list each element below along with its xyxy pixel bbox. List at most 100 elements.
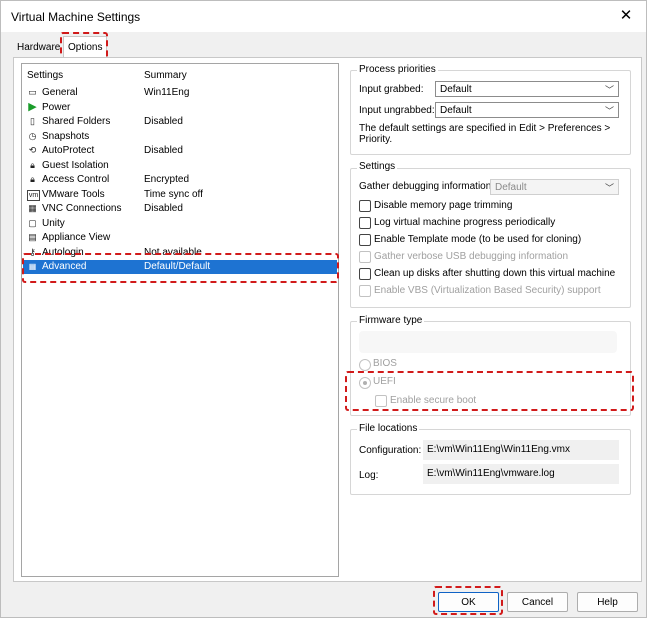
list-item-name: AutoProtect <box>42 145 95 156</box>
input-grabbed-label: Input grabbed: <box>359 84 424 95</box>
gather-debugging-select[interactable]: Default ﹀ <box>490 179 619 195</box>
priority-note: The default settings are specified in Ed… <box>359 123 611 145</box>
lock-icon: 🔒︎ <box>30 174 35 184</box>
advanced-icon: ▦ <box>28 262 37 271</box>
list-item-summary: Win11Eng <box>144 87 190 98</box>
configuration-path-field[interactable]: E:\vm\Win11Eng\Win11Eng.vmx <box>423 440 619 460</box>
checkbox-box <box>359 200 371 212</box>
autologin-icon: ⚷ <box>29 246 36 257</box>
help-button[interactable]: Help <box>577 592 638 612</box>
list-item-vnc-connections[interactable]: ▦ VNC Connections Disabled <box>23 202 337 216</box>
dialog-window: Virtual Machine Settings ✕ Hardware Opti… <box>0 0 647 618</box>
checkbox-label: Disable memory page trimming <box>374 200 513 211</box>
column-header-settings: Settings <box>27 70 64 81</box>
list-item-name: Appliance View <box>42 232 111 243</box>
input-ungrabbed-select[interactable]: Default ﹀ <box>435 102 619 118</box>
list-item-name: Autologin <box>42 246 84 258</box>
checkbox-box <box>359 234 371 246</box>
list-item-summary: Disabled <box>144 203 183 214</box>
configuration-label: Configuration: <box>359 445 422 456</box>
vnc-icon: ▦ <box>28 203 37 213</box>
checkbox-label: Enable VBS (Virtualization Based Securit… <box>374 285 601 296</box>
checkbox-box <box>359 251 371 263</box>
power-icon: ▶ <box>28 100 37 113</box>
gather-debugging-value: Default <box>495 182 527 193</box>
list-item-summary: Disabled <box>144 145 183 156</box>
list-item-snapshots[interactable]: ◷ Snapshots <box>23 130 337 144</box>
log-label: Log: <box>359 470 379 481</box>
checkbox-label: Enable secure boot <box>390 395 477 406</box>
list-item-summary: Time sync off <box>144 188 203 200</box>
list-item-unity[interactable]: ▢ Unity <box>23 217 337 231</box>
chevron-down-icon: ﹀ <box>604 85 614 95</box>
list-item-name: Power <box>42 101 71 113</box>
unity-icon: ▢ <box>28 217 37 228</box>
lock-icon: 🔒︎ <box>30 159 35 170</box>
list-item-autologin[interactable]: ⚷ Autologin Not available <box>23 246 337 260</box>
checkbox-label: Clean up disks after shutting down this … <box>374 268 616 279</box>
appliance-view-icon: ▤ <box>28 232 37 242</box>
blurred-region <box>359 331 617 353</box>
list-item-name: Advanced <box>42 261 87 272</box>
input-ungrabbed-value: Default <box>440 105 472 116</box>
file-locations-title: File locations <box>357 423 420 434</box>
list-item-general[interactable]: ▭ General Win11Eng <box>23 86 337 100</box>
list-item-name: Guest Isolation <box>42 159 109 171</box>
radio-dot <box>359 377 371 389</box>
checkbox-box <box>359 268 371 280</box>
close-icon[interactable]: ✕ <box>616 6 636 26</box>
log-path-field[interactable]: E:\vm\Win11Eng\vmware.log <box>423 464 619 484</box>
list-item-name: Access Control <box>42 174 110 185</box>
title-bar: Virtual Machine Settings ✕ <box>1 1 646 32</box>
list-item-summary: Disabled <box>144 116 183 127</box>
list-item-appliance-view[interactable]: ▤ Appliance View <box>23 231 337 245</box>
chevron-down-icon: ﹀ <box>604 183 614 193</box>
list-item-name: Unity <box>42 217 65 229</box>
list-item-autoprotect[interactable]: ⟲ AutoProtect Disabled <box>23 144 337 158</box>
list-item-name: Snapshots <box>42 130 90 142</box>
column-header-summary: Summary <box>144 70 187 81</box>
firmware-title: Firmware type <box>357 315 425 326</box>
checkbox-box <box>359 285 371 297</box>
input-grabbed-value: Default <box>440 84 472 95</box>
general-icon: ▭ <box>28 87 37 97</box>
list-item-summary: Default/Default <box>144 261 211 272</box>
settings-list: Settings Summary ▭ General Win11Eng ▶ Po… <box>21 63 339 577</box>
cancel-button[interactable]: Cancel <box>507 592 568 612</box>
radio-dot <box>359 359 371 371</box>
radio-label: BIOS <box>373 358 397 369</box>
list-item-name: VMware Tools <box>42 188 105 200</box>
settings-title: Settings <box>357 161 398 172</box>
checkbox-box <box>359 217 371 229</box>
autoprotect-icon: ⟲ <box>28 145 37 155</box>
window-title: Virtual Machine Settings <box>11 10 141 24</box>
input-grabbed-select[interactable]: Default ﹀ <box>435 81 619 97</box>
process-priorities-title: Process priorities <box>357 64 438 75</box>
chevron-down-icon: ﹀ <box>604 106 614 116</box>
list-item-vmware-tools[interactable]: vm VMware Tools Time sync off <box>23 188 337 202</box>
list-item-advanced[interactable]: ▦ Advanced Default/Default <box>23 260 337 274</box>
file-locations-group <box>350 429 631 495</box>
shared-folders-icon: ▯ <box>30 116 35 126</box>
list-item-shared-folders[interactable]: ▯ Shared Folders Disabled <box>23 115 337 129</box>
list-item-summary: Not available <box>144 246 202 258</box>
tab-hardware[interactable]: Hardware <box>13 39 64 57</box>
gather-debugging-label: Gather debugging information: <box>359 181 495 192</box>
list-item-guest-isolation[interactable]: 🔒︎ Guest Isolation <box>23 159 337 173</box>
list-item-access-control[interactable]: 🔒︎ Access Control Encrypted <box>23 173 337 187</box>
list-item-power[interactable]: ▶ Power <box>23 101 337 115</box>
ok-button[interactable]: OK <box>438 592 499 612</box>
list-item-name: VNC Connections <box>42 203 122 214</box>
snapshots-icon: ◷ <box>28 130 37 141</box>
vmware-tools-icon: vm <box>27 189 40 201</box>
list-item-name: Shared Folders <box>42 116 111 127</box>
list-item-summary: Encrypted <box>144 174 190 185</box>
tab-options[interactable]: Options <box>63 36 108 59</box>
checkbox-label: Gather verbose USB debugging information <box>374 251 569 262</box>
list-item-name: General <box>42 87 78 98</box>
radio-label: UEFI <box>373 376 396 387</box>
input-ungrabbed-label: Input ungrabbed: <box>359 105 435 116</box>
checkbox-box <box>375 395 387 407</box>
checkbox-label: Log virtual machine progress periodicall… <box>374 217 556 228</box>
checkbox-label: Enable Template mode (to be used for clo… <box>374 234 582 245</box>
